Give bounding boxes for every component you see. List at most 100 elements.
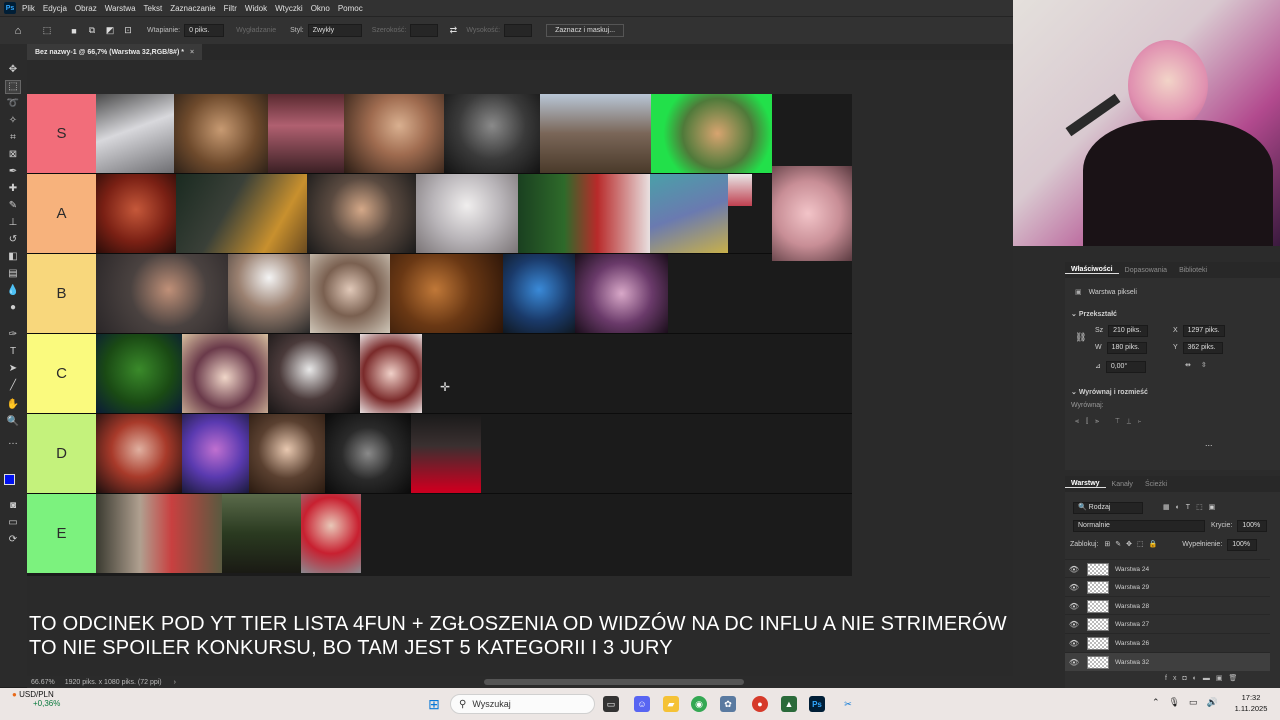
tier-d-image-3[interactable] bbox=[249, 414, 325, 493]
add-selection-icon[interactable]: ⧉ bbox=[86, 25, 98, 37]
task-view-icon[interactable]: ▭ bbox=[603, 696, 619, 712]
tier-c-image-3[interactable] bbox=[268, 334, 360, 413]
menu-pomoc[interactable]: Pomoc bbox=[338, 4, 363, 13]
intersect-selection-icon[interactable]: ⊡ bbox=[122, 25, 134, 37]
brush-tool-icon[interactable]: ✎ bbox=[6, 200, 20, 212]
height-value-input[interactable]: 180 piks. bbox=[1106, 342, 1147, 354]
screen-mode-icon[interactable]: ▭ bbox=[6, 517, 20, 529]
file-explorer-icon[interactable]: ▰ bbox=[663, 696, 679, 712]
link-dimensions-icon[interactable]: ⛓ bbox=[1075, 332, 1086, 343]
filter-icons[interactable]: ▦◐T⬚▣ bbox=[1163, 504, 1221, 511]
move-tool-icon[interactable]: ✥ bbox=[6, 64, 20, 76]
taskbar-search[interactable]: ⚲ Wyszukaj bbox=[450, 694, 595, 714]
flip-horizontal-icon[interactable]: ⇹ bbox=[1185, 362, 1191, 369]
recorder-icon[interactable]: ● bbox=[752, 696, 768, 712]
app-icon-2[interactable]: ▲ bbox=[781, 696, 797, 712]
chrome-icon[interactable]: ◉ bbox=[691, 696, 707, 712]
dodge-tool-icon[interactable]: ● bbox=[6, 302, 20, 314]
stock-ticker-widget[interactable]: ● USD/PLN +0,36% bbox=[12, 690, 60, 708]
pen-tool-icon[interactable]: ✑ bbox=[6, 329, 20, 341]
photoshop-taskbar-icon[interactable]: Ps bbox=[809, 696, 825, 712]
tab-properties[interactable]: Właściwości bbox=[1065, 266, 1119, 274]
status-arrow-icon[interactable]: › bbox=[174, 679, 176, 686]
eraser-tool-icon[interactable]: ◧ bbox=[6, 251, 20, 263]
hand-tool-icon[interactable]: ✋ bbox=[6, 399, 20, 411]
taskbar-clock[interactable]: 17:32 1.11.2025 bbox=[1226, 692, 1276, 714]
x-value-input[interactable]: 1297 piks. bbox=[1182, 325, 1225, 337]
snipping-tool-icon[interactable]: ✂ bbox=[840, 696, 856, 712]
tier-e-image-3[interactable] bbox=[301, 494, 361, 573]
menu-wtyczki[interactable]: Wtyczki bbox=[275, 4, 303, 13]
opacity-input[interactable]: 100% bbox=[1237, 520, 1268, 532]
tab-adjustments[interactable]: Dopasowania bbox=[1119, 267, 1173, 274]
visibility-eye-icon[interactable]: 👁 bbox=[1065, 583, 1083, 592]
tab-channels[interactable]: Kanały bbox=[1106, 481, 1139, 488]
fx-icon[interactable]: fx bbox=[1165, 675, 1182, 682]
tier-e-image-2[interactable] bbox=[222, 494, 301, 573]
tier-e-image-1[interactable] bbox=[96, 494, 222, 573]
crop-tool-icon[interactable]: ⌗ bbox=[6, 132, 20, 144]
adjust-icon[interactable]: ⟳ bbox=[6, 534, 20, 546]
stamp-tool-icon[interactable]: ⊥ bbox=[6, 217, 20, 229]
tier-c-image-2[interactable] bbox=[182, 334, 268, 413]
photoshop-logo-icon[interactable]: Ps bbox=[4, 2, 16, 14]
history-brush-icon[interactable]: ↺ bbox=[6, 234, 20, 246]
lock-icons[interactable]: ⊞✎✥⬚🔒 bbox=[1104, 541, 1162, 548]
menu-okno[interactable]: Okno bbox=[311, 4, 330, 13]
transform-header[interactable]: ⌄ Przekształć bbox=[1071, 310, 1117, 318]
magic-wand-tool-icon[interactable]: ✧ bbox=[6, 115, 20, 127]
tier-d-image-2[interactable] bbox=[182, 414, 249, 493]
healing-brush-icon[interactable]: ✚ bbox=[6, 183, 20, 195]
layer-row[interactable]: 👁 Warstwa 24 bbox=[1065, 559, 1270, 578]
menu-obraz[interactable]: Obraz bbox=[75, 4, 97, 13]
subtract-selection-icon[interactable]: ◩ bbox=[104, 25, 116, 37]
style-select[interactable]: Zwykły bbox=[307, 24, 362, 37]
layer-filter-select[interactable]: 🔍 Rodzaj bbox=[1073, 502, 1143, 514]
tier-a-image-4[interactable] bbox=[416, 174, 518, 253]
tier-s-image-7[interactable] bbox=[651, 94, 772, 173]
blend-mode-select[interactable]: Normalnie bbox=[1073, 520, 1205, 532]
new-selection-icon[interactable]: ■ bbox=[68, 25, 80, 37]
tier-a-image-1[interactable] bbox=[96, 174, 176, 253]
width-value-input[interactable]: 210 piks. bbox=[1108, 325, 1149, 337]
align-header[interactable]: ⌄ Wyrównaj i rozmieść bbox=[1071, 388, 1148, 396]
path-selection-icon[interactable]: ➤ bbox=[6, 363, 20, 375]
visibility-eye-icon[interactable]: 👁 bbox=[1065, 602, 1083, 611]
flip-vertical-icon[interactable]: ⇳ bbox=[1201, 362, 1207, 369]
quick-mask-icon[interactable]: ◙ bbox=[6, 500, 20, 512]
tier-b-image-2[interactable] bbox=[228, 254, 310, 333]
angle-value-input[interactable]: 0,00° bbox=[1105, 361, 1146, 373]
layer-row[interactable]: 👁 Warstwa 26 bbox=[1065, 633, 1270, 652]
tier-b-image-1[interactable] bbox=[96, 254, 228, 333]
close-tab-icon[interactable]: × bbox=[190, 49, 194, 56]
discord-icon[interactable]: ☺ bbox=[634, 696, 650, 712]
frame-tool-icon[interactable]: ⊠ bbox=[6, 149, 20, 161]
menu-plik[interactable]: Plik bbox=[22, 4, 35, 13]
menu-zaznaczanie[interactable]: Zaznaczanie bbox=[170, 4, 215, 13]
tier-s-image-5[interactable] bbox=[444, 94, 540, 173]
tier-a-image-7[interactable] bbox=[728, 174, 752, 206]
tier-a-image-2[interactable] bbox=[176, 174, 307, 253]
tier-c-image-1[interactable] bbox=[96, 334, 182, 413]
foreground-color-swatch[interactable] bbox=[4, 474, 15, 485]
tier-b-image-3[interactable] bbox=[310, 254, 390, 333]
visibility-eye-icon[interactable]: 👁 bbox=[1065, 620, 1083, 629]
tier-s-image-4[interactable] bbox=[344, 94, 444, 173]
blur-tool-icon[interactable]: 💧 bbox=[6, 285, 20, 297]
layer-row[interactable]: 👁 Warstwa 27 bbox=[1065, 614, 1270, 633]
home-icon[interactable]: ⌂ bbox=[12, 25, 24, 37]
tier-c-image-4[interactable] bbox=[360, 334, 422, 413]
line-tool-icon[interactable]: ╱ bbox=[6, 380, 20, 392]
visibility-eye-icon[interactable]: 👁 bbox=[1065, 658, 1083, 667]
tier-d-image-5[interactable] bbox=[411, 414, 481, 493]
tier-b-image-4[interactable] bbox=[390, 254, 503, 333]
visibility-eye-icon[interactable]: 👁 bbox=[1065, 639, 1083, 648]
align-buttons[interactable]: ⫷⫿⫸ ⊤⊥⊦ bbox=[1075, 418, 1148, 426]
marquee-tool-icon[interactable]: ⬚ bbox=[41, 25, 53, 37]
eyedropper-tool-icon[interactable]: ✒ bbox=[6, 166, 20, 178]
zoom-tool-icon[interactable]: 🔍 bbox=[6, 416, 20, 428]
menu-edycja[interactable]: Edycja bbox=[43, 4, 67, 13]
layer-row[interactable]: 👁 Warstwa 28 bbox=[1065, 596, 1270, 615]
menu-tekst[interactable]: Tekst bbox=[144, 4, 163, 13]
tier-b-image-5[interactable] bbox=[503, 254, 575, 333]
